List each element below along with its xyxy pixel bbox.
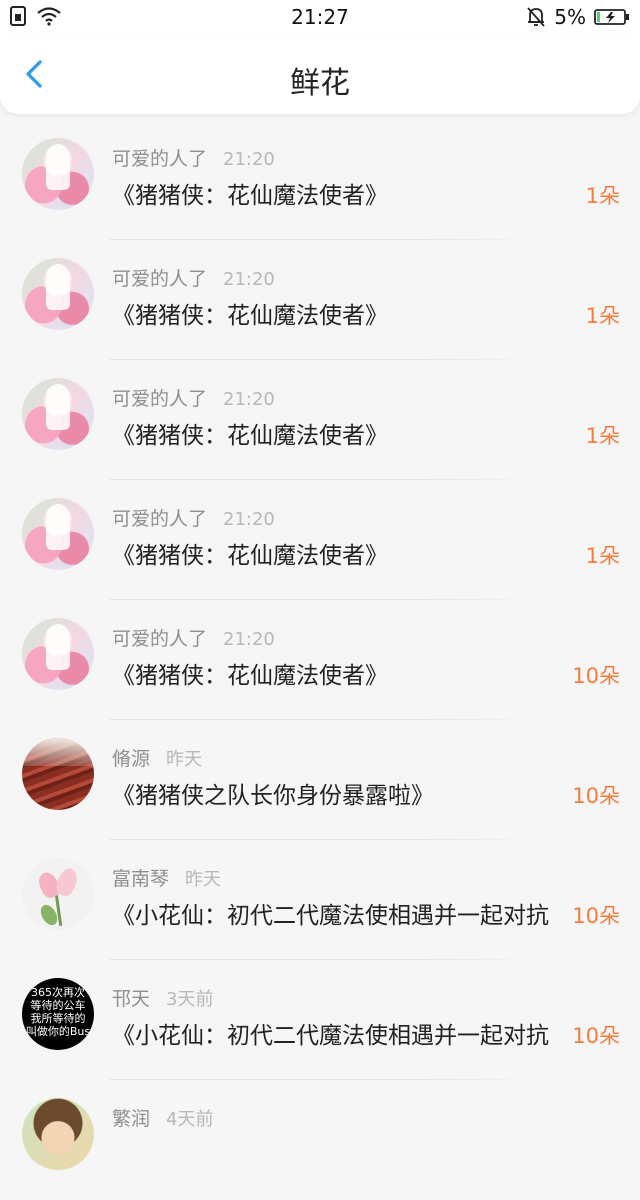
sender-name-line: 可爱的人了 21:20 — [112, 624, 275, 651]
list-item[interactable]: 可爱的人了 21:20 《猪猪侠：花仙魔法使者》 1朵 — [0, 480, 640, 600]
sender-name-line: 可爱的人了 21:20 — [112, 144, 275, 171]
flower-count: 1朵 — [585, 304, 620, 328]
sender-name: 富南琴 — [112, 868, 170, 890]
book-title[interactable]: 《猪猪侠：花仙魔法使者》 — [112, 416, 388, 450]
sender-name: 可爱的人了 — [112, 148, 208, 170]
avatar[interactable]: 365次再次 等待的公车 我所等待的 叫做你的Bus — [22, 978, 94, 1050]
avatar-text-line: 365次再次 — [31, 986, 85, 999]
avatar[interactable] — [22, 618, 94, 690]
time-label: 21:20 — [223, 269, 275, 290]
avatar[interactable] — [22, 1098, 94, 1170]
time-label: 4天前 — [166, 1109, 214, 1130]
book-title[interactable]: 《猪猪侠之队长你身份暴露啦》 — [112, 776, 434, 810]
status-bar: 21:27 5% — [0, 0, 640, 34]
avatar[interactable] — [22, 858, 94, 930]
list-item[interactable]: 繁润 4天前 — [0, 1080, 640, 1200]
sender-name-line: 可爱的人了 21:20 — [112, 264, 275, 291]
time-label: 3天前 — [166, 989, 214, 1010]
sender-name: 可爱的人了 — [112, 268, 208, 290]
tulip-petal — [53, 865, 81, 899]
sender-name: 繁润 — [112, 1108, 151, 1130]
avatar-text-line: 等待的公车 — [30, 999, 86, 1012]
flower-list: 可爱的人了 21:20 《猪猪侠：花仙魔法使者》 1朵 可爱的人了 21:20 《猪… — [0, 120, 640, 1200]
time-label: 21:20 — [223, 509, 275, 530]
sender-name-line: 繁润 4天前 — [112, 1104, 213, 1131]
time-label: 昨天 — [185, 869, 222, 890]
book-title[interactable]: 《小花仙：初代二代魔法使相遇并一起对抗 — [112, 1016, 549, 1050]
sender-name: 脩源 — [112, 748, 151, 770]
flower-count: 1朵 — [585, 424, 620, 448]
list-item[interactable]: 脩源 昨天 《猪猪侠之队长你身份暴露啦》 10朵 — [0, 720, 640, 840]
page-title: 鲜花 — [290, 66, 350, 101]
avatar-text-block: 365次再次 等待的公车 我所等待的 叫做你的Bus — [22, 986, 94, 1038]
mute-bell-icon — [527, 7, 545, 27]
avatar[interactable] — [22, 738, 94, 810]
nav-header: 鲜花 — [0, 34, 640, 114]
book-title[interactable]: 《小花仙：初代二代魔法使相遇并一起对抗 — [112, 896, 549, 930]
list-item[interactable]: 可爱的人了 21:20 《猪猪侠：花仙魔法使者》 1朵 — [0, 240, 640, 360]
sender-name: 邗天 — [112, 988, 151, 1010]
avatar[interactable] — [22, 378, 94, 450]
sender-name: 可爱的人了 — [112, 508, 208, 530]
avatar-text-line: 我所等待的 — [30, 1012, 86, 1025]
time-label: 21:20 — [223, 149, 275, 170]
status-right-icons: 5% — [526, 5, 630, 29]
book-title[interactable]: 《猪猪侠：花仙魔法使者》 — [112, 176, 388, 210]
avatar[interactable] — [22, 498, 94, 570]
flower-count: 1朵 — [585, 184, 620, 208]
avatar-text-line: 叫做你的Bus — [25, 1025, 91, 1038]
battery-percent: 5% — [554, 5, 586, 29]
list-item[interactable]: 可爱的人了 21:20 《猪猪侠：花仙魔法使者》 10朵 — [0, 600, 640, 720]
avatar[interactable] — [22, 138, 94, 210]
flower-count: 10朵 — [572, 784, 620, 808]
flower-count: 10朵 — [572, 904, 620, 928]
sender-name-line: 富南琴 昨天 — [112, 864, 221, 891]
flower-count: 1朵 — [585, 544, 620, 568]
sender-name-line: 可爱的人了 21:20 — [112, 504, 275, 531]
list-item[interactable]: 365次再次 等待的公车 我所等待的 叫做你的Bus 邗天 3天前 《小花仙：初代… — [0, 960, 640, 1080]
time-label: 21:20 — [223, 629, 275, 650]
sender-name-line: 邗天 3天前 — [112, 984, 213, 1011]
list-item[interactable]: 可爱的人了 21:20 《猪猪侠：花仙魔法使者》 1朵 — [0, 120, 640, 240]
flower-count: 10朵 — [572, 1024, 620, 1048]
book-title[interactable]: 《猪猪侠：花仙魔法使者》 — [112, 656, 388, 690]
time-label: 昨天 — [166, 749, 203, 770]
list-item[interactable]: 可爱的人了 21:20 《猪猪侠：花仙魔法使者》 1朵 — [0, 360, 640, 480]
sender-name-line: 脩源 昨天 — [112, 744, 202, 771]
avatar[interactable] — [22, 258, 94, 330]
time-label: 21:20 — [223, 389, 275, 410]
book-title[interactable]: 《猪猪侠：花仙魔法使者》 — [112, 536, 388, 570]
book-title[interactable]: 《猪猪侠：花仙魔法使者》 — [112, 296, 388, 330]
sender-name: 可爱的人了 — [112, 388, 208, 410]
sender-name: 可爱的人了 — [112, 628, 208, 650]
list-item[interactable]: 富南琴 昨天 《小花仙：初代二代魔法使相遇并一起对抗 10朵 — [0, 840, 640, 960]
sender-name-line: 可爱的人了 21:20 — [112, 384, 275, 411]
battery-charging-icon — [594, 9, 629, 25]
flower-count: 10朵 — [572, 664, 620, 688]
